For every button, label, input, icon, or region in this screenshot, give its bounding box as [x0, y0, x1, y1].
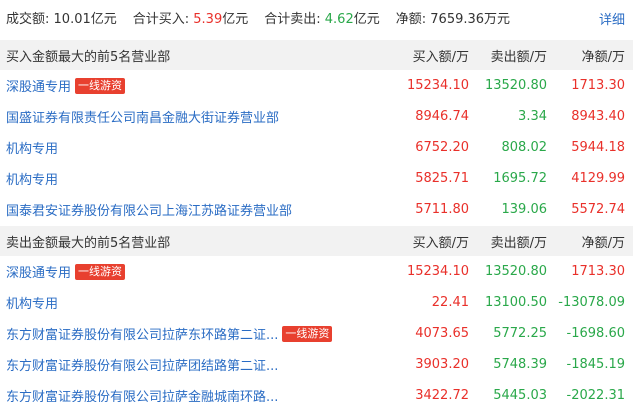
- buy-amount: 8946.74: [415, 109, 469, 124]
- broker-name-link[interactable]: 国泰君安证券股份有限公司上海江苏路证券营业部: [6, 200, 292, 219]
- sell-amount: 5445.03: [493, 388, 547, 402]
- table-row: 深股通专用 一线游资 15234.10 13520.80 1713.30: [0, 256, 633, 287]
- sell-section-title: 卖出金额最大的前5名营业部: [6, 235, 171, 251]
- summary-bar: 成交额: 10.01亿元 合计买入: 5.39亿元 合计卖出: 4.62亿元 净…: [0, 0, 633, 34]
- broker-name-link[interactable]: 机构专用: [6, 169, 58, 188]
- broker-name-link[interactable]: 东方财富证券股份有限公司拉萨金融城南环路...: [6, 386, 278, 402]
- total-sell-unit: 亿元: [353, 11, 380, 27]
- table-row: 东方财富证券股份有限公司拉萨团结路第二证... 3903.20 5748.39 -18…: [0, 349, 633, 380]
- buy-amount: 3903.20: [415, 357, 469, 372]
- table-row: 国盛证券有限责任公司南昌金融大街证券营业部 8946.74 3.34 8943.40: [0, 101, 633, 132]
- sell-amount: 1695.72: [493, 171, 547, 186]
- total-sell-label: 合计卖出:: [264, 11, 321, 27]
- table-row: 机构专用 5825.71 1695.72 4129.99: [0, 163, 633, 194]
- buy-amount: 22.41: [431, 295, 469, 310]
- buy-amount: 5825.71: [415, 171, 469, 186]
- buy-section-header: 买入金额最大的前5名营业部 买入额/万 卖出额/万 净额/万: [0, 40, 633, 70]
- sell-amount: 13520.80: [484, 264, 547, 279]
- net-amount-cell: -2022.31: [566, 388, 625, 402]
- broker-name-link[interactable]: 国盛证券有限责任公司南昌金融大街证券营业部: [6, 107, 279, 126]
- buy-section-title: 买入金额最大的前5名营业部: [6, 49, 171, 65]
- col-sell-header: 卖出额/万: [490, 49, 547, 65]
- buy-amount: 15234.10: [406, 78, 469, 93]
- sell-amount: 13100.50: [484, 295, 547, 310]
- net-value: 7659.36万元: [430, 11, 511, 27]
- net-amount-cell: 1713.30: [571, 78, 625, 93]
- broker-name: 东方财富证券股份有限公司拉萨东环路第二证...: [6, 328, 279, 343]
- broker-name-link[interactable]: 深股通专用 一线游资: [6, 262, 126, 281]
- tag-badge: 一线游资: [282, 325, 333, 342]
- tag-badge: 一线游资: [75, 263, 126, 280]
- total-buy-label: 合计买入:: [132, 11, 190, 27]
- turnover-label: 成交额:: [6, 11, 50, 27]
- net-amount-cell: 4129.99: [571, 171, 625, 186]
- sell-amount: 139.06: [501, 202, 548, 217]
- detail-link[interactable]: 详细: [599, 9, 625, 28]
- total-buy-value: 5.39: [193, 11, 223, 27]
- table-row: 深股通专用 一线游资 15234.10 13520.80 1713.30: [0, 70, 633, 101]
- broker-name: 深股通专用: [6, 266, 72, 281]
- net-amount-cell: 8943.40: [571, 109, 625, 124]
- col-buy-header: 买入额/万: [412, 235, 469, 251]
- table-row: 机构专用 22.41 13100.50 -13078.09: [0, 287, 633, 318]
- total-sell-value: 4.62: [324, 11, 354, 27]
- turnover: 成交额: 10.01亿元: [6, 8, 117, 27]
- broker-name: 东方财富证券股份有限公司拉萨金融城南环路...: [6, 390, 279, 402]
- broker-name-link[interactable]: 东方财富证券股份有限公司拉萨东环路第二证... 一线游资: [6, 324, 333, 343]
- col-net-header: 净额/万: [581, 235, 625, 251]
- buy-amount: 3422.72: [415, 388, 469, 402]
- broker-name: 国泰君安证券股份有限公司上海江苏路证券营业部: [6, 204, 293, 219]
- sell-amount: 808.02: [501, 140, 548, 155]
- net-amount-cell: 5944.18: [571, 140, 625, 155]
- broker-name-link[interactable]: 机构专用: [6, 293, 58, 312]
- broker-name: 机构专用: [6, 142, 59, 157]
- sell-amount: 5748.39: [493, 357, 547, 372]
- total-buy-unit: 亿元: [222, 11, 249, 27]
- net-amount-cell: -13078.09: [558, 295, 625, 310]
- broker-name: 机构专用: [6, 173, 59, 188]
- buy-amount: 5711.80: [415, 202, 469, 217]
- sell-amount: 13520.80: [484, 78, 547, 93]
- broker-name: 东方财富证券股份有限公司拉萨团结路第二证...: [6, 359, 279, 374]
- buy-amount: 4073.65: [415, 326, 469, 341]
- net-amount-cell: 5572.74: [571, 202, 625, 217]
- net-amount-cell: -1698.60: [566, 326, 625, 341]
- table-row: 东方财富证券股份有限公司拉萨东环路第二证... 一线游资 4073.65 5772.2…: [0, 318, 633, 349]
- col-sell-header: 卖出额/万: [490, 235, 547, 251]
- total-sell: 合计卖出: 4.62亿元: [264, 8, 380, 27]
- broker-name: 深股通专用: [6, 80, 72, 95]
- broker-name-link[interactable]: 东方财富证券股份有限公司拉萨团结路第二证...: [6, 355, 278, 374]
- table-row: 机构专用 6752.20 808.02 5944.18: [0, 132, 633, 163]
- broker-name: 机构专用: [6, 297, 59, 312]
- net-amount: 净额: 7659.36万元: [396, 8, 510, 27]
- sell-section-header: 卖出金额最大的前5名营业部 买入额/万 卖出额/万 净额/万: [0, 226, 633, 256]
- buy-amount: 6752.20: [415, 140, 469, 155]
- net-label: 净额:: [395, 11, 427, 27]
- net-amount-cell: -1845.19: [566, 357, 625, 372]
- total-buy: 合计买入: 5.39亿元: [133, 8, 249, 27]
- broker-name: 国盛证券有限责任公司南昌金融大街证券营业部: [6, 111, 280, 126]
- col-net-header: 净额/万: [581, 49, 625, 65]
- table-row: 国泰君安证券股份有限公司上海江苏路证券营业部 5711.80 139.06 5572.…: [0, 194, 633, 225]
- broker-name-link[interactable]: 深股通专用 一线游资: [6, 76, 126, 95]
- sell-amount: 5772.25: [493, 326, 547, 341]
- turnover-value: 10.01亿元: [53, 11, 117, 27]
- net-amount-cell: 1713.30: [571, 264, 625, 279]
- broker-name-link[interactable]: 机构专用: [6, 138, 58, 157]
- tag-badge: 一线游资: [75, 77, 126, 94]
- buy-amount: 15234.10: [406, 264, 469, 279]
- col-buy-header: 买入额/万: [412, 49, 469, 65]
- sell-amount: 3.34: [518, 109, 547, 124]
- table-row: 东方财富证券股份有限公司拉萨金融城南环路... 3422.72 5445.03 -20…: [0, 380, 633, 402]
